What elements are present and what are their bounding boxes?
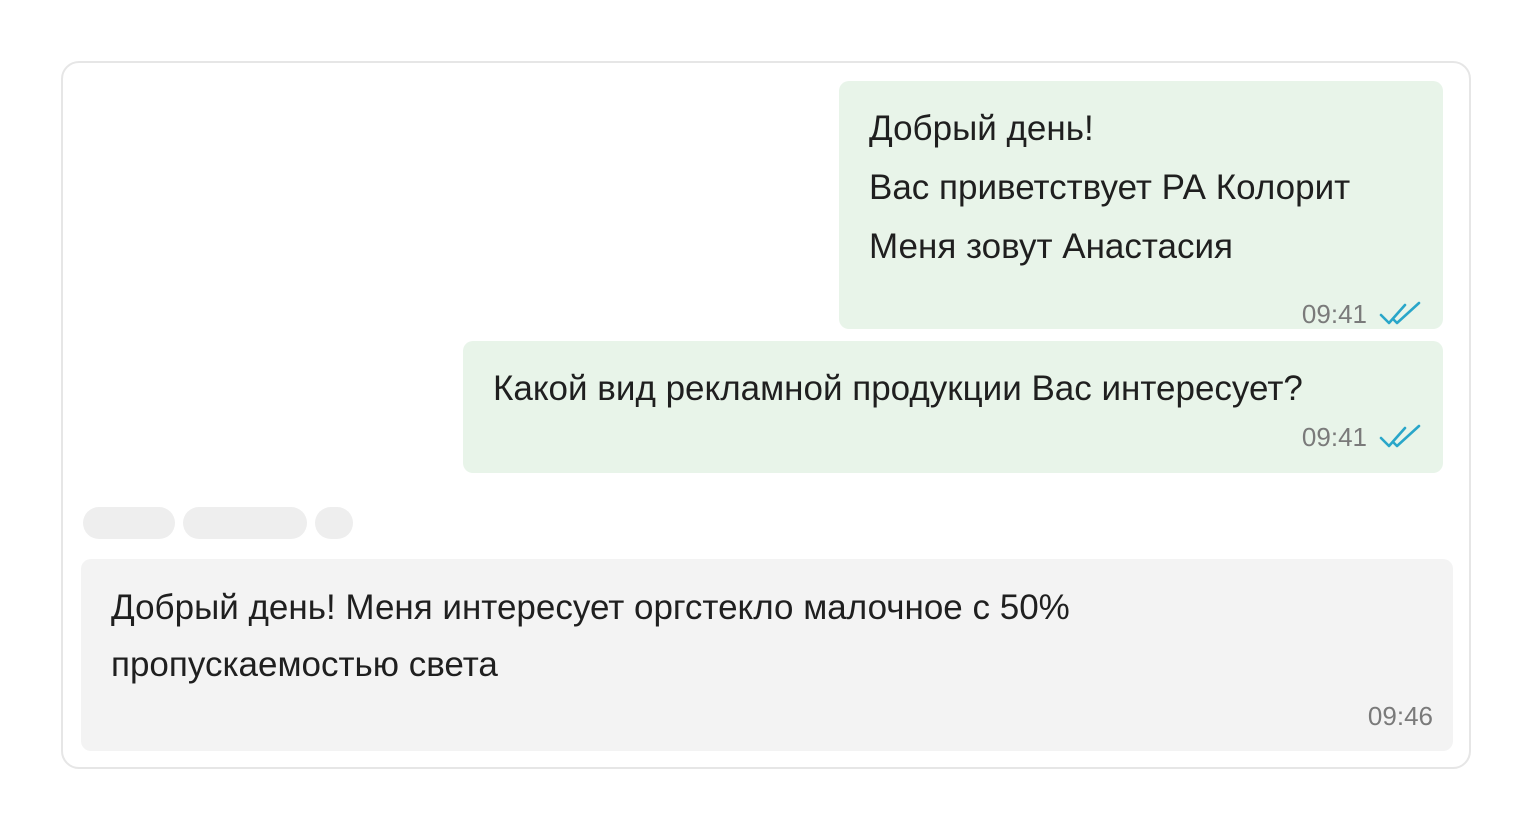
incoming-message[interactable]: Добрый день! Меня интересует оргстекло м… (81, 559, 1453, 751)
message-meta: 09:41 (1302, 299, 1423, 329)
message-time: 09:46 (1367, 701, 1433, 731)
message-text: Какой вид рекламной продукции Вас интере… (493, 369, 1303, 408)
placeholder-pill (183, 507, 307, 539)
chat-panel: Добрый день! Вас приветствует РА Колорит… (61, 61, 1471, 769)
double-check-icon (1379, 301, 1421, 325)
placeholder-pill (315, 507, 353, 539)
sender-name-placeholder (83, 507, 353, 539)
message-time: 09:41 (1301, 299, 1367, 329)
outgoing-message[interactable]: Добрый день! Вас приветствует РА Колорит… (839, 81, 1443, 329)
message-time: 09:41 (1301, 422, 1367, 452)
message-text: Добрый день! Вас приветствует РА Колорит… (869, 109, 1351, 266)
message-meta: 09:41 (1302, 422, 1423, 452)
placeholder-pill (83, 507, 175, 539)
outgoing-message[interactable]: Какой вид рекламной продукции Вас интере… (463, 341, 1443, 473)
message-meta: 09:46 (1368, 701, 1433, 731)
message-text: Добрый день! Меня интересует оргстекло м… (111, 588, 1070, 684)
double-check-icon (1379, 424, 1421, 448)
